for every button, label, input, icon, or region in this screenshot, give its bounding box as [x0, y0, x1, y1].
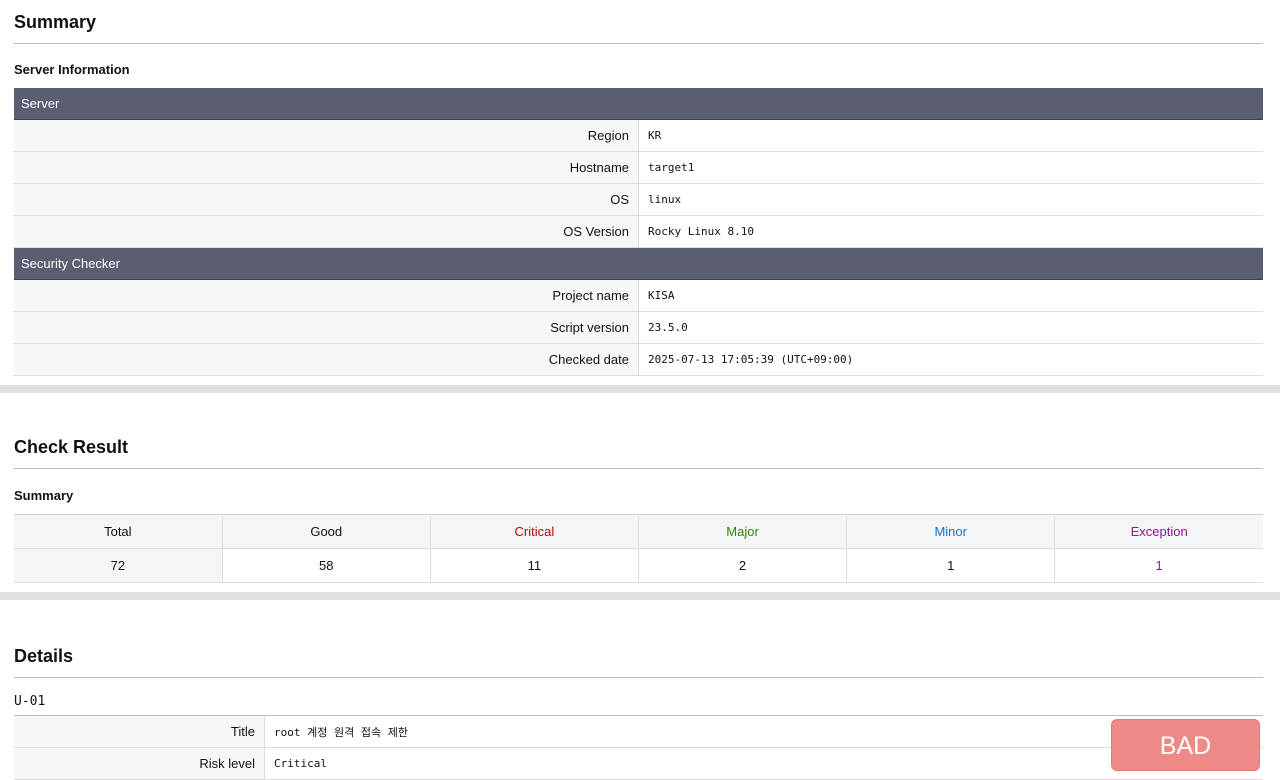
major-count: 2 — [638, 548, 848, 583]
minor-count: 1 — [846, 548, 1056, 583]
critical-count: 11 — [430, 548, 639, 583]
exception-count: 1 — [1054, 548, 1263, 583]
info-key: OS Version — [14, 215, 639, 248]
info-value: target1 — [638, 151, 1263, 184]
info-key: Project name — [14, 279, 639, 312]
result-summary-heading: Summary — [14, 488, 74, 503]
col-good-label: Good — [222, 514, 431, 549]
info-value: 2025-07-13 17:05:39 (UTC+09:00) — [638, 343, 1263, 376]
details-section: Details U-01 Title root 계정 원격 접속 제한 Risk… — [0, 600, 1280, 780]
col-critical-label: Critical — [430, 514, 639, 549]
info-key: Hostname — [14, 151, 639, 184]
total-count: 72 — [14, 548, 223, 583]
info-key: Checked date — [14, 343, 639, 376]
info-value: KISA — [638, 279, 1263, 312]
info-key: OS — [14, 183, 639, 216]
detail-item-id: U-01 — [14, 694, 46, 709]
info-row-checked-date: Checked date 2025-07-13 17:05:39 (UTC+09… — [14, 343, 1263, 376]
detail-table: Title root 계정 원격 접속 제한 Risk level Critic… — [14, 715, 1263, 780]
good-count: 58 — [222, 548, 431, 583]
summary-title: Summary — [14, 12, 1263, 44]
info-row-script-version: Script version 23.5.0 — [14, 311, 1263, 344]
info-row-region: Region KR — [14, 119, 1263, 152]
server-information-heading: Server Information — [14, 62, 130, 77]
info-row-os: OS linux — [14, 183, 1263, 216]
summary-section: Summary Server Information Server Region… — [0, 0, 1280, 376]
info-value: 23.5.0 — [638, 311, 1263, 344]
detail-row-title: Title root 계정 원격 접속 제한 — [14, 715, 1263, 748]
info-value: Rocky Linux 8.10 — [638, 215, 1263, 248]
detail-key: Title — [14, 715, 265, 748]
info-row-project-name: Project name KISA — [14, 279, 1263, 312]
result-values-row: 72 58 11 2 1 1 — [14, 548, 1263, 583]
server-info-table: Server Region KR Hostname target1 OS lin… — [14, 88, 1263, 376]
info-row-os-version: OS Version Rocky Linux 8.10 — [14, 215, 1263, 248]
section-divider — [0, 592, 1280, 600]
info-value: linux — [638, 183, 1263, 216]
col-total-label: Total — [14, 514, 223, 549]
server-group-header: Server — [14, 88, 1263, 120]
check-result-section: Check Result Summary Total Good Critical… — [0, 393, 1280, 583]
result-summary-table: Total Good Critical Major Minor Exceptio… — [14, 514, 1263, 583]
col-exception-label: Exception — [1054, 514, 1263, 549]
info-key: Region — [14, 119, 639, 152]
details-title: Details — [14, 646, 1263, 678]
section-divider — [0, 385, 1280, 393]
info-value: KR — [638, 119, 1263, 152]
checker-group-header: Security Checker — [14, 247, 1263, 280]
result-status-badge: BAD — [1111, 719, 1260, 771]
col-minor-label: Minor — [846, 514, 1056, 549]
info-key: Script version — [14, 311, 639, 344]
col-major-label: Major — [638, 514, 848, 549]
checker-group-label: Security Checker — [14, 247, 1263, 280]
info-row-hostname: Hostname target1 — [14, 151, 1263, 184]
server-group-label: Server — [14, 88, 1263, 120]
check-result-title: Check Result — [14, 437, 1263, 469]
result-header-row: Total Good Critical Major Minor Exceptio… — [14, 514, 1263, 549]
